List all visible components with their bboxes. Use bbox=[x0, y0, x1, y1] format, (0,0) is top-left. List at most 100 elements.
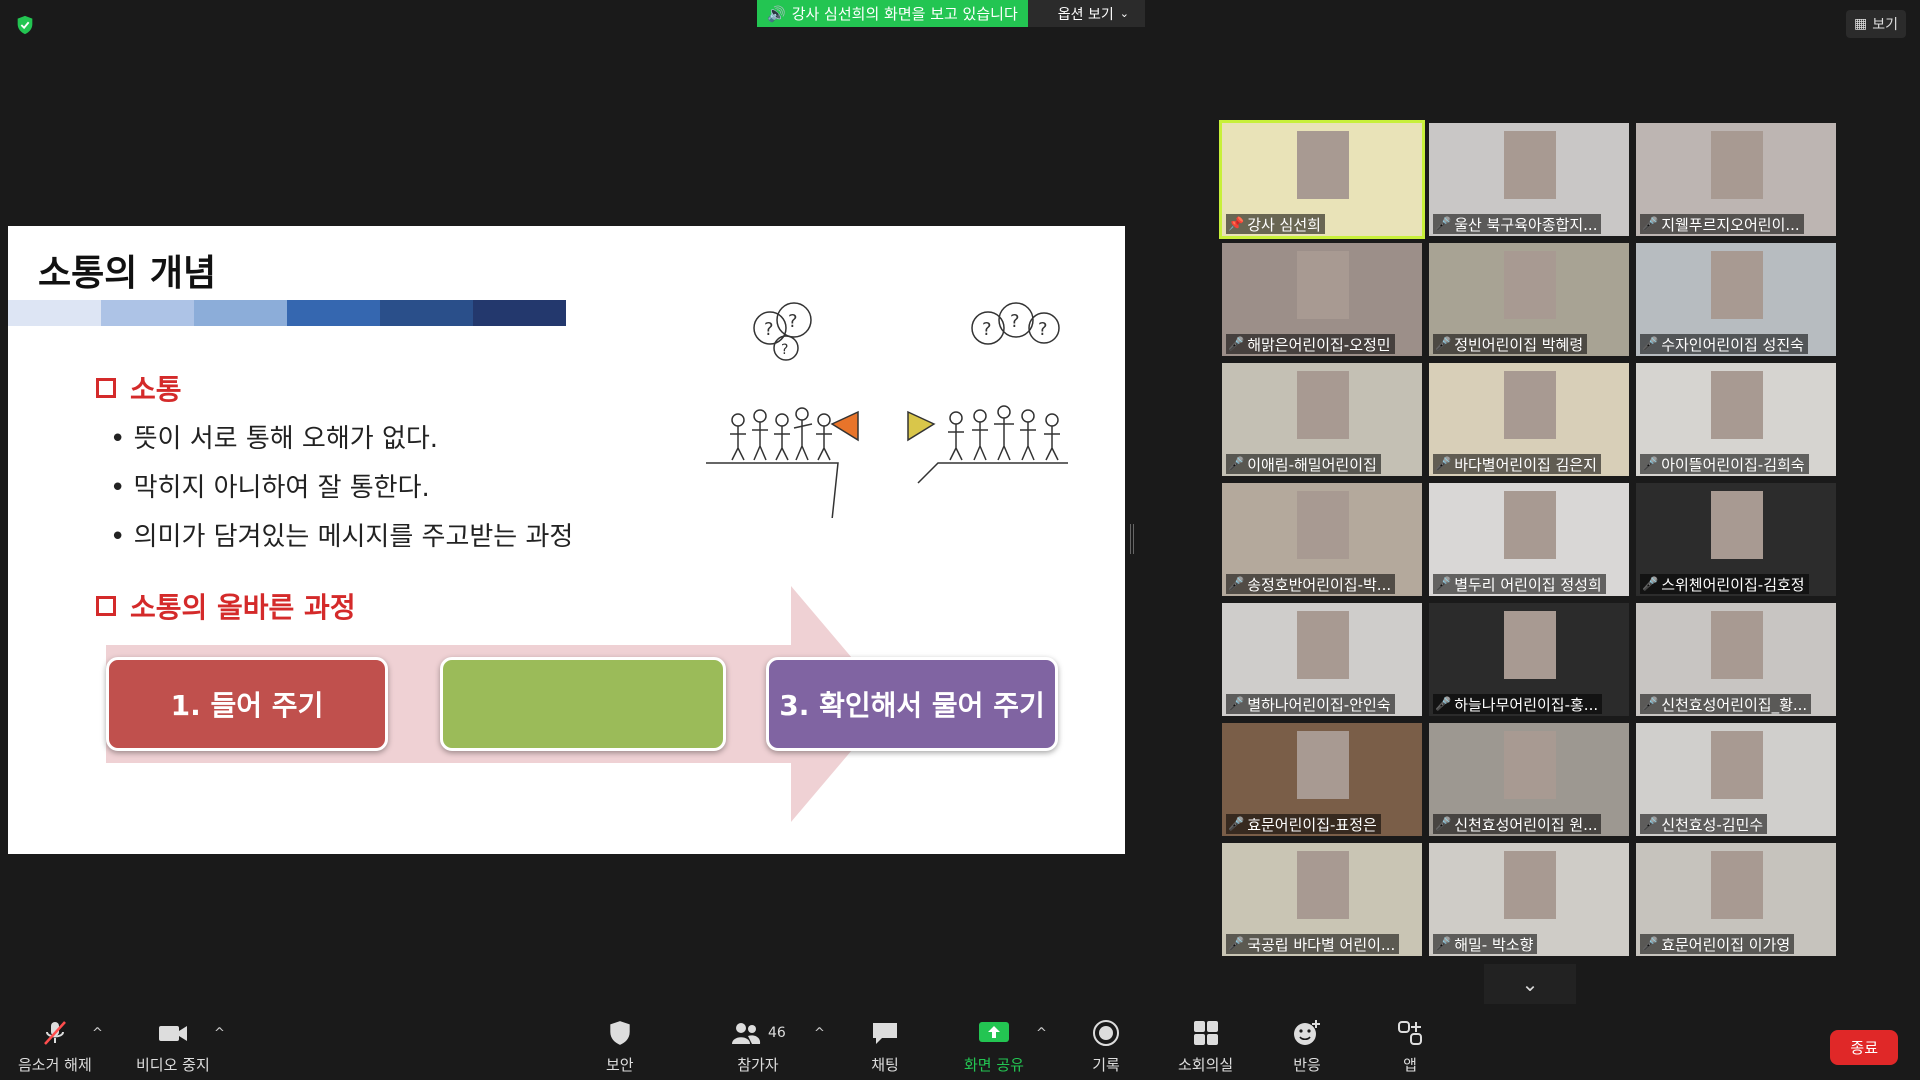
mic-muted-icon: 🎤 bbox=[1435, 336, 1452, 352]
mic-muted-icon: 🎤 bbox=[1228, 816, 1245, 832]
apps-button[interactable]: 앱 bbox=[1396, 1018, 1424, 1075]
speaker-icon: 🔊 bbox=[767, 4, 786, 23]
participant-tile[interactable]: 🎤 별두리 어린이집 정성희 bbox=[1429, 483, 1629, 596]
security-shield-icon[interactable] bbox=[14, 14, 36, 36]
participant-video-blurred bbox=[1297, 491, 1349, 559]
participant-video-blurred bbox=[1297, 611, 1349, 679]
view-options-dropdown[interactable]: 옵션 보기 ⌄ bbox=[1027, 0, 1145, 27]
participant-tile[interactable]: 🎤 아이뜰어린이집-김희숙 bbox=[1636, 363, 1836, 476]
participant-tile[interactable]: 🎤 해맑은어린이집-오정민 bbox=[1222, 243, 1422, 356]
section-heading-2: 소통의 올바른 과정 bbox=[96, 586, 356, 626]
chat-button[interactable]: 채팅 bbox=[870, 1018, 900, 1075]
step-listen: 1. 들어 주기 bbox=[106, 657, 388, 751]
splitter-handle[interactable] bbox=[1130, 524, 1134, 554]
participant-video-blurred bbox=[1711, 131, 1763, 199]
mic-muted-icon: 🎤 bbox=[1642, 816, 1659, 832]
participant-video-blurred bbox=[1711, 251, 1763, 319]
audio-options-caret[interactable]: ^ bbox=[92, 1026, 103, 1041]
view-layout-button[interactable]: ▦ 보기 bbox=[1846, 10, 1906, 38]
participant-name-label: 🎤 송정호반어린이집-박... bbox=[1226, 574, 1396, 594]
mic-muted-icon: 🎤 bbox=[1642, 936, 1659, 952]
participant-video-blurred bbox=[1297, 851, 1349, 919]
mic-muted-icon: 🎤 bbox=[1642, 456, 1659, 472]
participant-video-blurred bbox=[1504, 851, 1556, 919]
participant-name-label: 🎤 별하나어린이집-안인숙 bbox=[1226, 694, 1395, 714]
svg-text:?: ? bbox=[982, 319, 992, 340]
participant-tile[interactable]: 🎤 스위첸어린이집-김호정 bbox=[1636, 483, 1836, 596]
participant-name-label: 🎤 울산 북구육아종합지... bbox=[1433, 214, 1602, 234]
mic-muted-icon: 🎤 bbox=[1228, 456, 1245, 472]
participant-tile[interactable]: 🎤 바다별어린이집 김은지 bbox=[1429, 363, 1629, 476]
video-camera-icon bbox=[157, 1018, 189, 1048]
screen-share-banner: 🔊 강사 심선희의 화면을 보고 있습니다 옵션 보기 ⌄ bbox=[757, 0, 1145, 27]
participant-name-label: 🎤 아이뜰어린이집-김희숙 bbox=[1640, 454, 1809, 474]
participant-video-blurred bbox=[1504, 731, 1556, 799]
participant-tile[interactable]: 🎤 국공립 바다별 어린이... bbox=[1222, 843, 1422, 956]
checkbox-square-icon bbox=[96, 596, 116, 616]
bullet-item: 막히지 아니하여 잘 통한다. bbox=[110, 467, 430, 504]
breakout-rooms-button[interactable]: 소회의실 bbox=[1178, 1018, 1233, 1075]
breakout-rooms-icon bbox=[1192, 1018, 1220, 1048]
participants-options-caret[interactable]: ^ bbox=[814, 1026, 825, 1041]
participant-video-blurred bbox=[1504, 611, 1556, 679]
participant-tile[interactable]: 🎤 정빈어린이집 박혜령 bbox=[1429, 243, 1629, 356]
bullet-item: 의미가 담겨있는 메시지를 주고받는 과정 bbox=[110, 516, 574, 553]
smiley-plus-icon bbox=[1292, 1018, 1322, 1048]
participant-tile[interactable]: 🎤 효문어린이집-표정은 bbox=[1222, 723, 1422, 836]
participant-video-blurred bbox=[1297, 371, 1349, 439]
reactions-button[interactable]: 반응 bbox=[1292, 1018, 1322, 1075]
title-color-bar bbox=[8, 300, 566, 326]
svg-text:?: ? bbox=[781, 342, 788, 358]
participant-tile[interactable]: 🎤 신천효성어린이집 원... bbox=[1429, 723, 1629, 836]
chat-bubble-icon bbox=[870, 1018, 900, 1048]
share-screen-icon bbox=[977, 1018, 1011, 1048]
unmute-button[interactable]: 음소거 해제 bbox=[18, 1018, 92, 1075]
participant-name-label: 🎤 바다별어린이집 김은지 bbox=[1433, 454, 1601, 474]
participant-tile[interactable]: 📌 강사 심선희 bbox=[1219, 120, 1425, 239]
mic-muted-icon: 🎤 bbox=[1642, 336, 1659, 352]
participant-video-blurred bbox=[1297, 731, 1349, 799]
svg-text:?: ? bbox=[764, 319, 774, 340]
participant-tile[interactable]: 🎤 하늘나무어린이집-홍... bbox=[1429, 603, 1629, 716]
video-options-caret[interactable]: ^ bbox=[214, 1026, 225, 1041]
participant-tile[interactable]: 🎤 별하나어린이집-안인숙 bbox=[1222, 603, 1422, 716]
stop-video-button[interactable]: 비디오 중지 bbox=[136, 1018, 210, 1075]
record-button[interactable]: 기록 bbox=[1092, 1018, 1120, 1075]
participant-tile[interactable]: 🎤 송정호반어린이집-박... bbox=[1222, 483, 1422, 596]
participant-tile[interactable]: 🎤 울산 북구육아종합지... bbox=[1429, 123, 1629, 236]
mic-muted-icon: 🎤 bbox=[1435, 936, 1452, 952]
participant-tile[interactable]: 🎤 신천효성-김민수 bbox=[1636, 723, 1836, 836]
participant-video-blurred bbox=[1504, 371, 1556, 439]
participant-tile[interactable]: 🎤 신천효성어린이집_황... bbox=[1636, 603, 1836, 716]
viewing-share-indicator: 🔊 강사 심선희의 화면을 보고 있습니다 bbox=[757, 0, 1028, 27]
gallery-next-page-button[interactable]: ⌄ bbox=[1484, 964, 1576, 1004]
participant-video-blurred bbox=[1504, 131, 1556, 199]
mic-muted-icon: 🎤 bbox=[1228, 936, 1245, 952]
grid-icon: ▦ bbox=[1854, 16, 1868, 32]
share-options-caret[interactable]: ^ bbox=[1036, 1026, 1047, 1041]
svg-text:?: ? bbox=[1010, 311, 1020, 332]
participant-tile[interactable]: 🎤 수자인어린이집 성진숙 bbox=[1636, 243, 1836, 356]
meeting-toolbar: 음소거 해제 ^ 비디오 중지 ^ 보안 46 참가자 ^ 채팅 화면 공유 ^ bbox=[0, 1010, 1920, 1080]
end-meeting-button[interactable]: 종료 bbox=[1830, 1030, 1898, 1065]
participant-tile[interactable]: 🎤 해밀- 박소향 bbox=[1429, 843, 1629, 956]
section-heading-1: 소통 bbox=[96, 368, 182, 408]
participant-video-blurred bbox=[1711, 491, 1763, 559]
participant-tile[interactable]: 🎤 효문어린이집 이가영 bbox=[1636, 843, 1836, 956]
apps-icon bbox=[1396, 1018, 1424, 1048]
participant-video-blurred bbox=[1711, 611, 1763, 679]
participant-name-label: 🎤 이애림-해밀어린이집 bbox=[1226, 454, 1381, 474]
participants-button[interactable]: 46 참가자 bbox=[730, 1018, 786, 1075]
mic-muted-icon: 🎤 bbox=[1435, 456, 1452, 472]
mic-muted-icon: 🎤 bbox=[1435, 216, 1452, 232]
security-button[interactable]: 보안 bbox=[606, 1018, 634, 1075]
communication-illustration: ? ? ? ? ? ? bbox=[706, 302, 1068, 518]
participant-name-label: 🎤 효문어린이집 이가영 bbox=[1640, 934, 1795, 954]
participant-tile[interactable]: 🎤 지웰푸르지오어린이... bbox=[1636, 123, 1836, 236]
participant-name-label: 🎤 별두리 어린이집 정성희 bbox=[1433, 574, 1606, 594]
participant-video-blurred bbox=[1297, 251, 1349, 319]
shield-icon bbox=[607, 1018, 633, 1048]
participant-video-blurred bbox=[1711, 731, 1763, 799]
participant-tile[interactable]: 🎤 이애림-해밀어린이집 bbox=[1222, 363, 1422, 476]
share-screen-button[interactable]: 화면 공유 bbox=[964, 1018, 1024, 1075]
